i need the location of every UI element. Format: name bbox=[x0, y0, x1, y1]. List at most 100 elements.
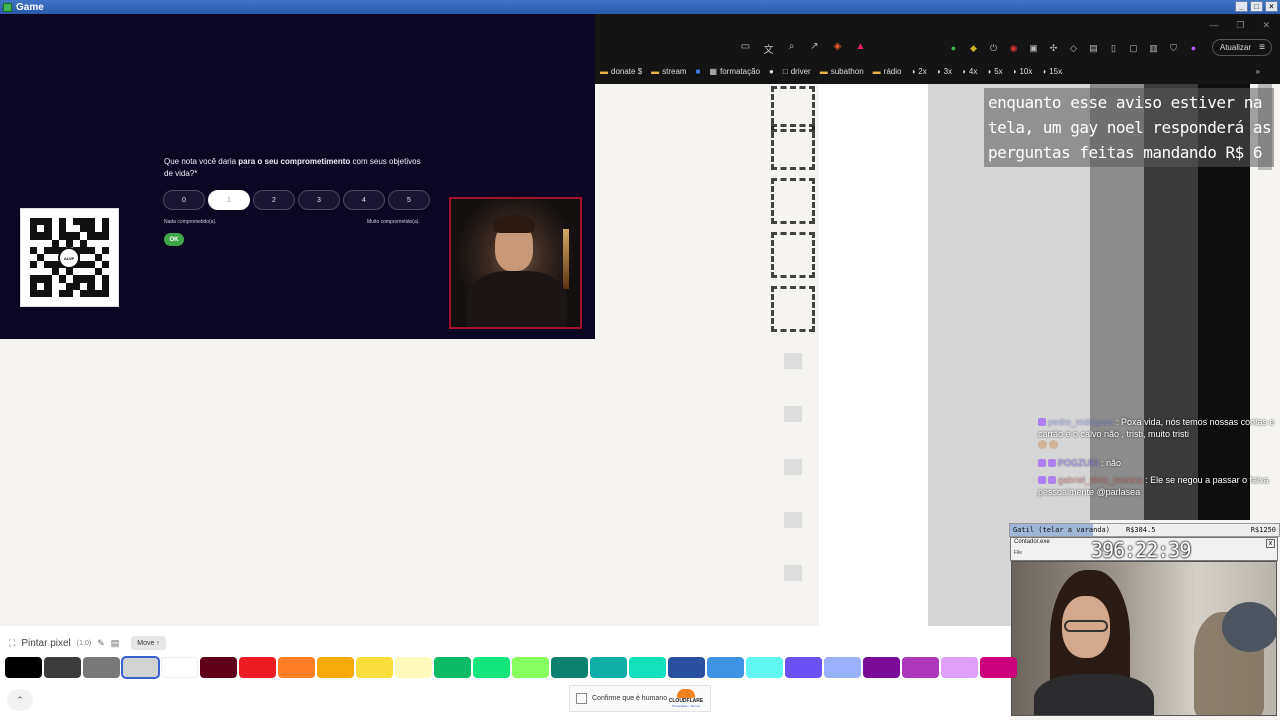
update-button[interactable]: Atualizar ≡ bbox=[1211, 39, 1272, 56]
color-swatch[interactable] bbox=[629, 657, 666, 678]
bookmark-item[interactable]: ◑ 4x bbox=[961, 67, 977, 76]
qr-module bbox=[101, 218, 109, 226]
rating-option[interactable]: 3 bbox=[298, 190, 340, 210]
qr-module bbox=[87, 275, 95, 283]
color-swatch[interactable] bbox=[746, 657, 783, 678]
sidebar-icon[interactable]: ▯ bbox=[1107, 43, 1120, 54]
extension-power-icon[interactable]: ⏻ bbox=[987, 43, 1000, 54]
color-swatch[interactable] bbox=[161, 657, 198, 678]
vpn-icon[interactable]: ⛉ bbox=[1167, 43, 1180, 54]
browser-close-icon[interactable]: ✕ bbox=[1262, 20, 1270, 31]
pencil-icon[interactable]: ✎ bbox=[97, 638, 105, 649]
color-swatch[interactable] bbox=[395, 657, 432, 678]
wallet-icon[interactable]: ▥ bbox=[1147, 43, 1160, 54]
qr-module bbox=[37, 261, 44, 268]
browser-minimize-icon[interactable]: — bbox=[1209, 20, 1218, 30]
expand-palette-button[interactable]: ⌃ bbox=[7, 689, 33, 711]
bookmark-item[interactable]: ● bbox=[769, 67, 774, 76]
color-swatch[interactable] bbox=[980, 657, 1017, 678]
bookmark-item[interactable]: □ driver bbox=[783, 67, 811, 76]
bookmark-item[interactable]: ▬ donate $ bbox=[600, 67, 642, 76]
color-swatch[interactable] bbox=[356, 657, 393, 678]
move-button[interactable]: Move ↑ bbox=[131, 636, 166, 650]
bookmark-item[interactable]: ◑ 3x bbox=[936, 67, 952, 76]
rating-option[interactable]: 4 bbox=[343, 190, 385, 210]
extension-window-icon[interactable]: ▣ bbox=[1027, 43, 1040, 54]
captcha-links[interactable]: Privacidade • Termos bbox=[666, 704, 706, 708]
ok-button[interactable]: OK bbox=[164, 233, 184, 246]
bookmark-label: 5x bbox=[994, 66, 1003, 76]
color-swatch[interactable] bbox=[121, 656, 160, 679]
bookmark-item[interactable]: ◑ 10x bbox=[1012, 67, 1033, 76]
bookmarks-bar: ▬ donate $ ▬ stream ■ ▦ formatação ● □ driver ▬ sub… bbox=[595, 62, 1280, 80]
color-swatch[interactable] bbox=[863, 657, 900, 678]
rating-options: 012345 bbox=[163, 190, 430, 210]
extension-green-icon[interactable]: ● bbox=[947, 43, 960, 53]
color-swatch[interactable] bbox=[44, 657, 81, 678]
bookmark-item[interactable]: ▬ stream bbox=[651, 67, 686, 76]
color-swatch[interactable] bbox=[5, 657, 42, 678]
question-text-1: Que nota você daria bbox=[164, 157, 239, 166]
color-swatch[interactable] bbox=[317, 657, 354, 678]
qr-module bbox=[80, 283, 87, 290]
color-swatch[interactable] bbox=[278, 657, 315, 678]
qr-module bbox=[95, 275, 102, 282]
rating-option[interactable]: 1 bbox=[208, 190, 250, 210]
bookmark-item[interactable]: ▦ formatação bbox=[709, 67, 760, 76]
extension-leaf-icon[interactable]: ◆ bbox=[967, 43, 980, 54]
color-swatch[interactable] bbox=[512, 657, 549, 678]
color-swatch[interactable] bbox=[473, 657, 510, 678]
bookmark-item[interactable]: ■ bbox=[696, 67, 701, 76]
close-button[interactable]: × bbox=[1265, 1, 1278, 12]
brave-shield-icon[interactable]: ◈ bbox=[831, 41, 844, 56]
timer-file-menu[interactable]: File bbox=[1014, 550, 1022, 556]
extension-diamond-icon[interactable]: ◇ bbox=[1067, 43, 1080, 54]
maximize-button[interactable]: □ bbox=[1250, 1, 1263, 12]
bookmark-item[interactable]: ▬ rádio bbox=[873, 67, 902, 76]
qr-module bbox=[44, 282, 52, 290]
zoom-icon[interactable]: ⌕ bbox=[785, 41, 798, 56]
pixel-ghost bbox=[784, 565, 802, 581]
bookmark-item[interactable]: ◑ 15x bbox=[1041, 67, 1062, 76]
minimize-button[interactable]: _ bbox=[1235, 1, 1248, 12]
rating-option[interactable]: 0 bbox=[163, 190, 205, 210]
color-swatch[interactable] bbox=[83, 657, 120, 678]
cast-icon[interactable]: ▭ bbox=[739, 41, 752, 56]
notice-line: enquanto esse aviso estiver na bbox=[988, 93, 1262, 112]
color-swatch[interactable] bbox=[902, 657, 939, 678]
color-swatch[interactable] bbox=[824, 657, 861, 678]
rating-option[interactable]: 2 bbox=[253, 190, 295, 210]
color-swatch[interactable] bbox=[785, 657, 822, 678]
extensions-puzzle-icon[interactable]: ✣ bbox=[1047, 43, 1060, 54]
tab-icon[interactable]: ▢ bbox=[1127, 43, 1140, 54]
rating-option[interactable]: 5 bbox=[388, 190, 430, 210]
color-swatch[interactable] bbox=[590, 657, 627, 678]
translate-icon[interactable]: 文 bbox=[762, 41, 775, 56]
more-bookmarks-icon[interactable]: » bbox=[1256, 67, 1260, 76]
crosshair-icon[interactable]: ⛶ bbox=[9, 638, 15, 649]
color-swatch[interactable] bbox=[707, 657, 744, 678]
color-swatch[interactable] bbox=[551, 657, 588, 678]
qr-module bbox=[37, 218, 45, 226]
browser-restore-icon[interactable]: ❐ bbox=[1236, 20, 1244, 31]
color-swatch[interactable] bbox=[239, 657, 276, 678]
color-swatch[interactable] bbox=[200, 657, 237, 678]
qr-module bbox=[30, 246, 38, 254]
extension-grid-icon[interactable]: ▤ bbox=[1087, 43, 1100, 54]
bookmark-item[interactable]: ◑ 5x bbox=[986, 67, 1002, 76]
qr-module bbox=[95, 247, 102, 254]
share-icon[interactable]: ↗ bbox=[808, 41, 821, 56]
color-swatch[interactable] bbox=[668, 657, 705, 678]
pixel-selection-frame bbox=[771, 124, 815, 170]
eraser-icon[interactable]: ▤ bbox=[111, 638, 120, 649]
color-swatch[interactable] bbox=[434, 657, 471, 678]
bookmark-item[interactable]: ◑ 2x bbox=[910, 67, 926, 76]
color-swatch[interactable] bbox=[941, 657, 978, 678]
timer-close-button[interactable]: x bbox=[1266, 539, 1275, 548]
leo-ai-icon[interactable]: ● bbox=[1187, 43, 1200, 53]
brave-rewards-icon[interactable]: ▲ bbox=[854, 41, 867, 56]
captcha-checkbox[interactable] bbox=[576, 693, 587, 704]
menu-icon[interactable]: ≡ bbox=[1259, 42, 1265, 53]
bookmark-item[interactable]: ▬ subathon bbox=[820, 67, 864, 76]
extension-record-icon[interactable]: ◉ bbox=[1007, 43, 1020, 54]
